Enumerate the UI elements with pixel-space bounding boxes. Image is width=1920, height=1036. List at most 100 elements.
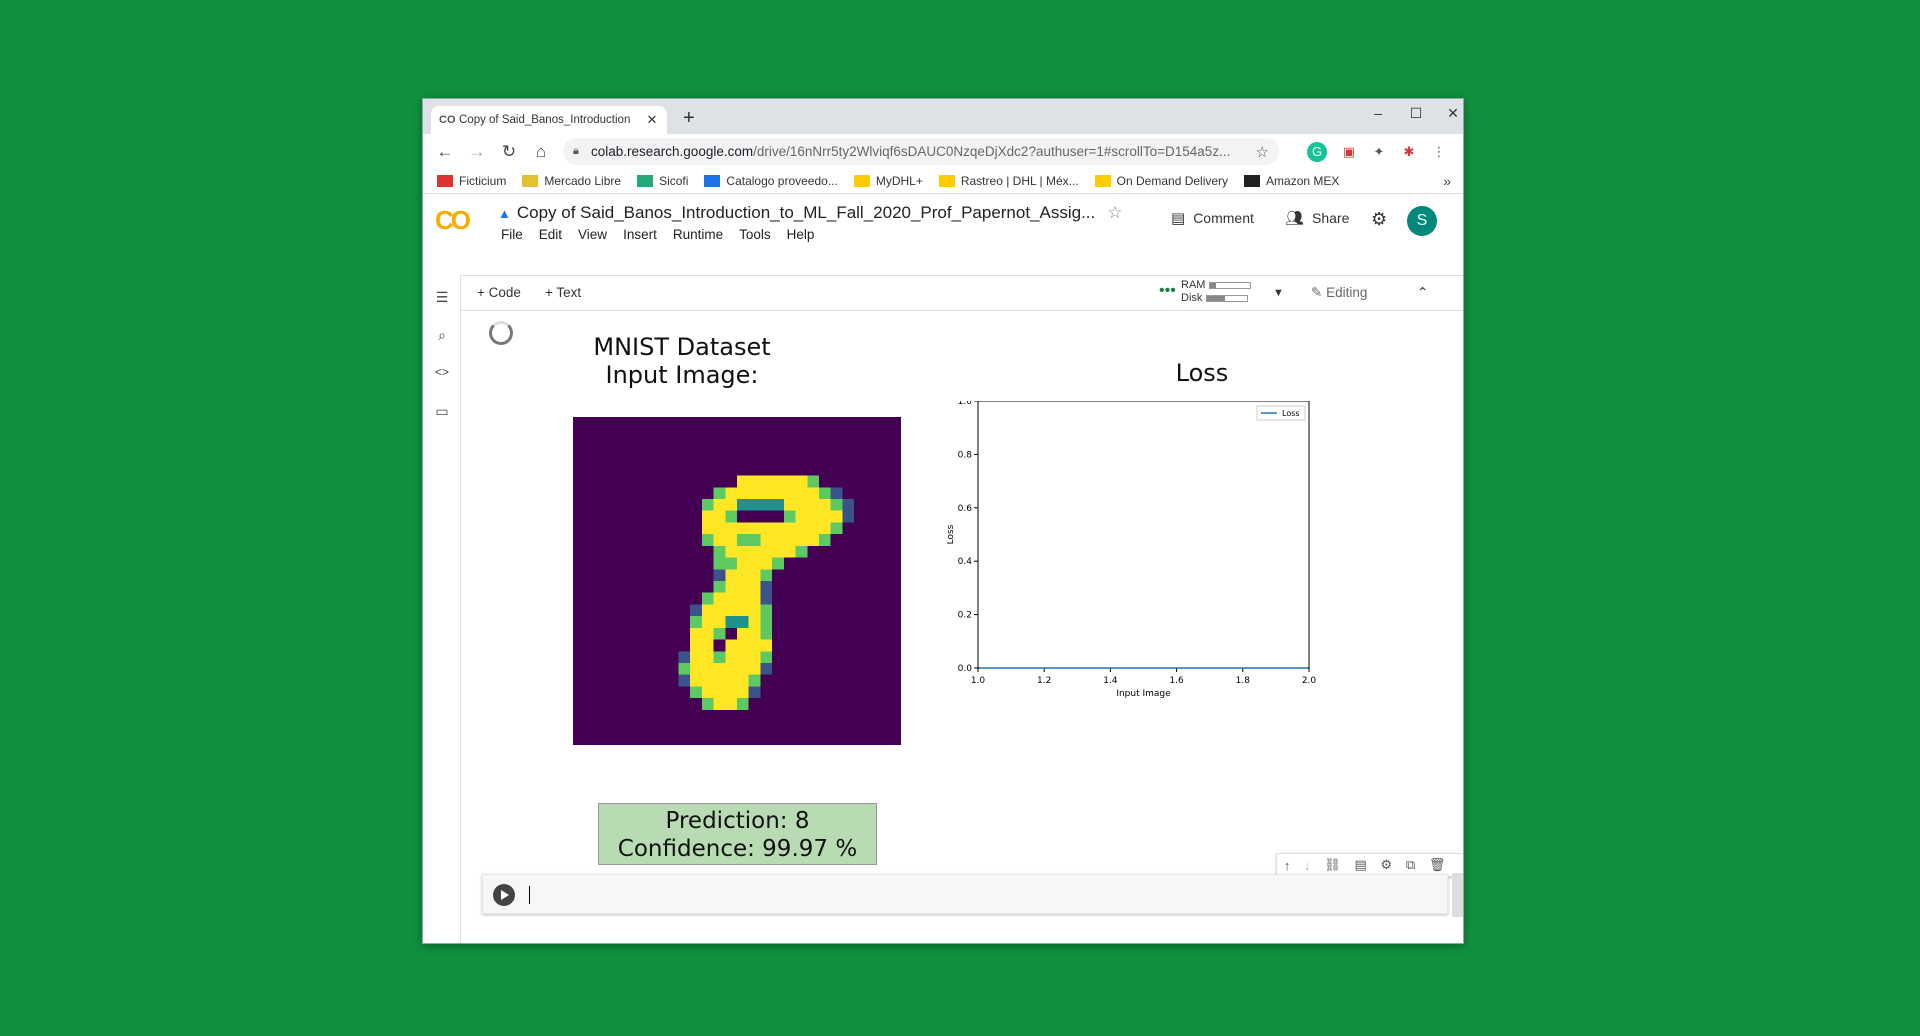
bookmark-item[interactable]: Mercado Libre <box>522 174 621 188</box>
amazon-icon <box>1244 175 1261 187</box>
link-icon[interactable]: ⛓ <box>1324 857 1341 873</box>
menu-item-help[interactable]: Help <box>787 227 815 242</box>
settings-gear-icon[interactable]: ⚙ <box>1371 209 1387 230</box>
bookmark-item[interactable]: Sicofi <box>637 174 688 188</box>
cell-running-spinner-icon[interactable] <box>489 321 513 345</box>
bookmark-item[interactable]: Catalogo proveedo... <box>704 174 838 188</box>
close-tab-icon[interactable]: ✕ <box>645 112 659 128</box>
x-tick-label: 1.0 <box>971 676 986 686</box>
extensions-puzzle-icon[interactable]: ✦ <box>1369 142 1389 162</box>
new-tab-icon[interactable]: + <box>683 107 695 130</box>
digit-pixel <box>795 510 808 523</box>
digit-pixel <box>842 499 855 511</box>
digit-pixel <box>748 639 761 652</box>
bookmark-item[interactable]: Ficticium <box>437 174 506 188</box>
prediction-text: Prediction: 8 <box>665 808 810 834</box>
add-text-button[interactable]: + Text <box>545 285 581 300</box>
bookmark-label: MyDHL+ <box>875 174 923 188</box>
files-folder-icon[interactable]: ▭ <box>432 403 452 420</box>
bookmark-item[interactable]: MyDHL+ <box>853 174 923 188</box>
code-cell[interactable] <box>482 874 1448 914</box>
digit-pixel <box>713 592 726 605</box>
grammarly-icon[interactable]: G <box>1307 142 1327 162</box>
menu-item-edit[interactable]: Edit <box>539 227 562 242</box>
move-up-icon[interactable]: ↑ <box>1284 858 1291 873</box>
digit-pixel <box>830 487 843 499</box>
digit-pixel <box>807 534 819 546</box>
browser-menu-icon[interactable]: ⋮ <box>1429 142 1449 162</box>
more-options-icon[interactable]: ⋮ <box>1459 857 1463 873</box>
digit-pixel <box>725 674 737 687</box>
digit-pixel <box>772 510 784 523</box>
bookmarks-bar: Ficticium Mercado Libre Sicofi Catalogo pro… <box>423 169 1463 194</box>
digit-pixel <box>795 475 808 488</box>
share-label: Share <box>1312 210 1350 226</box>
code-snippets-icon[interactable]: <> <box>432 365 452 379</box>
bookmark-label: Sicofi <box>659 174 689 188</box>
notebook-area: MNIST Dataset Input Image: Prediction: 8… <box>462 311 1463 943</box>
digit-pixel <box>737 557 749 570</box>
ram-usage-bar <box>1209 281 1252 289</box>
digit-pixel <box>713 557 726 570</box>
digit-pixel <box>701 616 714 628</box>
resource-monitor[interactable]: RAM Disk <box>1181 279 1252 305</box>
mnist-title: MNIST Dataset Input Image: <box>593 333 771 389</box>
runtime-dropdown-icon[interactable]: ▼ <box>1273 287 1284 299</box>
comment-button[interactable]: ▤ Comment <box>1171 209 1254 227</box>
collapse-header-icon[interactable]: ⌃ <box>1417 285 1428 301</box>
close-window-icon[interactable]: ✕ <box>1438 105 1463 122</box>
google-drive-icon[interactable]: ▲ <box>498 206 511 221</box>
editing-mode-button[interactable]: ✎ Editing <box>1311 285 1367 301</box>
digit-pixel <box>772 475 784 488</box>
dhl-icon <box>853 175 870 187</box>
scrollbar[interactable] <box>1452 873 1463 917</box>
cell-settings-icon[interactable]: ⚙ <box>1380 857 1392 873</box>
bookmark-item[interactable]: Rastreo | DHL | Méx... <box>938 174 1079 188</box>
bookmark-item[interactable]: On Demand Delivery <box>1094 174 1228 188</box>
digit-pixel <box>701 663 714 675</box>
mnist-digit-image <box>573 417 901 745</box>
delete-cell-icon[interactable]: 🗑︎ <box>1429 857 1446 873</box>
extension-cast-icon[interactable]: ▣ <box>1339 142 1359 162</box>
search-icon[interactable]: ⌕ <box>432 327 452 344</box>
lock-icon: 🔒︎ <box>573 145 579 157</box>
back-icon[interactable]: ← <box>429 142 461 162</box>
digit-pixel <box>783 510 796 523</box>
digit-pixel <box>772 499 784 511</box>
avatar[interactable]: S <box>1407 206 1437 236</box>
url-text: colab.research.google.com/drive/16nNrr5t… <box>591 144 1231 159</box>
bookmark-star-icon[interactable]: ☆ <box>1256 143 1269 161</box>
maximize-icon[interactable]: ☐ <box>1401 105 1431 122</box>
table-of-contents-icon[interactable]: ☰ <box>432 289 452 306</box>
extension-bug-icon[interactable]: ✱ <box>1399 142 1419 162</box>
address-bar[interactable]: 🔒︎ colab.research.google.com/drive/16nNr… <box>563 138 1279 165</box>
menu-item-runtime[interactable]: Runtime <box>673 227 723 242</box>
home-icon[interactable]: ⌂ <box>525 142 557 162</box>
digit-pixel <box>760 487 773 499</box>
digit-pixel <box>737 487 749 499</box>
star-notebook-icon[interactable]: ☆ <box>1107 203 1122 223</box>
menu-item-tools[interactable]: Tools <box>739 227 771 242</box>
share-people-icon: 👥︎ <box>1285 210 1305 227</box>
menu-item-file[interactable]: File <box>501 227 523 242</box>
forward-icon[interactable]: → <box>461 142 493 162</box>
move-down-icon[interactable]: ↓ <box>1304 858 1311 873</box>
share-button[interactable]: 👥︎ Share <box>1285 209 1349 227</box>
mirror-cell-icon[interactable]: ⧉ <box>1406 857 1415 873</box>
digit-pixel <box>737 674 749 687</box>
menu-item-insert[interactable]: Insert <box>623 227 657 242</box>
run-cell-icon[interactable] <box>493 884 515 906</box>
menu-item-view[interactable]: View <box>578 227 607 242</box>
colab-logo[interactable]: CO <box>435 205 471 236</box>
digit-pixel <box>701 604 714 617</box>
minimize-icon[interactable]: – <box>1363 105 1393 121</box>
digit-pixel <box>701 592 714 605</box>
bookmark-item[interactable]: Amazon MEX <box>1244 174 1339 188</box>
comment-cell-icon[interactable]: ▤ <box>1354 857 1366 873</box>
add-code-button[interactable]: + Code <box>477 285 521 300</box>
reload-icon[interactable]: ↻ <box>493 142 525 162</box>
more-bookmarks-icon[interactable]: » <box>1443 173 1451 189</box>
browser-tab[interactable]: CO Copy of Said_Banos_Introduction ✕ <box>431 106 667 134</box>
notebook-title[interactable]: Copy of Said_Banos_Introduction_to_ML_Fa… <box>517 203 1095 223</box>
y-tick-label: 0.4 <box>958 557 973 567</box>
